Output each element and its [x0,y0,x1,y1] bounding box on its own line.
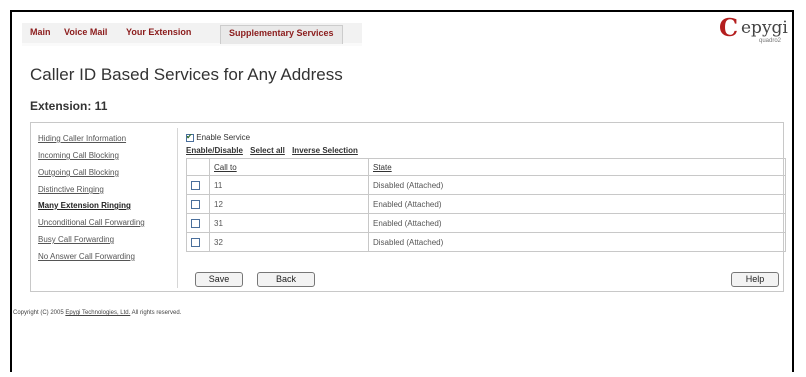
nav-tab-your-extension[interactable]: Your Extension [126,27,191,37]
back-button[interactable]: Back [257,272,315,287]
save-button[interactable]: Save [195,272,243,287]
row-select-cell [186,213,210,233]
state-cell: Disabled (Attached) [368,175,786,195]
sidebar-item-hiding-caller-information[interactable]: Hiding Caller Information [38,134,126,143]
footer-company-link[interactable]: Epygi Technologies, Ltd. [65,310,130,316]
logo-mark-icon: C [719,13,739,42]
selection-actions: Enable/Disable Select all Inverse Select… [186,146,363,155]
header-select-cell [186,158,210,176]
call-to-cell: 31 [209,213,369,233]
help-button[interactable]: Help [731,272,779,287]
footer-copyright: Copyright (C) 2005 Epygi Technologies, L… [13,310,181,316]
sidebar-item-distinctive-ringing[interactable]: Distinctive Ringing [38,185,104,194]
select-all-link[interactable]: Select all [250,146,285,155]
sidebar-item-no-answer-call-forwarding[interactable]: No Answer Call Forwarding [38,252,135,261]
sidebar-item-incoming-call-blocking[interactable]: Incoming Call Blocking [38,151,119,160]
row-select-cell [186,175,210,195]
sidebar-item-busy-call-forwarding[interactable]: Busy Call Forwarding [38,235,114,244]
logo-model: quadro2 [759,38,782,44]
row-select-cell [186,194,210,214]
sidebar: Hiding Caller Information Incoming Call … [31,123,177,291]
header-state[interactable]: State [368,158,786,176]
top-navigation: Main Voice Mail Your Extension Supplemen… [22,23,362,46]
table-row: 31 Enabled (Attached) [186,213,786,233]
sidebar-item-outgoing-call-blocking[interactable]: Outgoing Call Blocking [38,168,119,177]
call-to-cell: 12 [209,194,369,214]
epygi-logo: C epygi quadro2 [719,14,789,50]
call-to-cell: 11 [209,175,369,195]
row-checkbox[interactable] [191,237,200,247]
row-checkbox[interactable] [191,199,200,209]
call-table: Call to State 11 Disabled (Attached) 12 … [186,158,786,252]
footer-suffix: All rights reserved. [131,310,182,316]
content-panel: Hiding Caller Information Incoming Call … [30,122,786,292]
enable-service-row: Enable Service [186,132,251,142]
nav-tab-main[interactable]: Main [30,27,51,37]
state-cell: Enabled (Attached) [368,194,786,214]
table-header-row: Call to State [186,158,786,176]
sidebar-item-unconditional-call-forwarding[interactable]: Unconditional Call Forwarding [38,218,145,227]
enable-disable-link[interactable]: Enable/Disable [186,146,243,155]
state-cell: Disabled (Attached) [368,232,786,252]
sidebar-divider [177,128,178,288]
logo-brand: epygi [741,18,788,38]
table-row: 12 Enabled (Attached) [186,194,786,214]
page-title: Caller ID Based Services for Any Address [30,65,343,84]
enable-service-checkbox[interactable] [186,132,194,142]
row-checkbox[interactable] [191,218,200,228]
nav-tab-supplementary-services[interactable]: Supplementary Services [220,25,343,44]
table-row: 32 Disabled (Attached) [186,232,786,252]
enable-service-label: Enable Service [196,133,251,142]
row-select-cell [186,232,210,252]
row-checkbox[interactable] [191,180,200,190]
nav-tab-voice-mail[interactable]: Voice Mail [64,27,107,37]
state-cell: Enabled (Attached) [368,213,786,233]
table-row: 11 Disabled (Attached) [186,175,786,195]
sidebar-item-many-extension-ringing[interactable]: Many Extension Ringing [38,201,131,210]
call-to-cell: 32 [209,232,369,252]
page-subtitle: Extension: 11 [30,99,108,113]
inverse-selection-link[interactable]: Inverse Selection [292,146,358,155]
header-call-to[interactable]: Call to [209,158,369,176]
footer-prefix: Copyright (C) 2005 [13,310,64,316]
